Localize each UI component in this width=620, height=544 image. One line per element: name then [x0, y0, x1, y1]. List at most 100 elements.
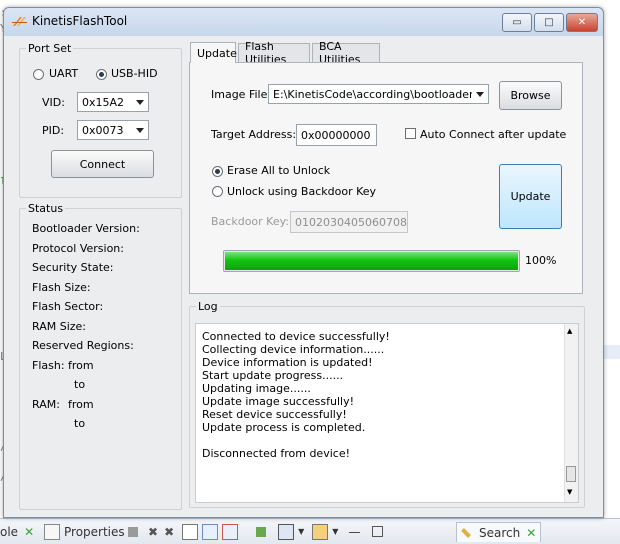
vid-label: VID:: [42, 96, 65, 109]
log-output[interactable]: Connected to device successfully! Collec…: [195, 323, 579, 503]
vid-value: 0x15A2: [82, 96, 125, 109]
flash-from-label: from: [68, 359, 94, 372]
kinetis-flash-tool-window: KinetisFlashTool ▭ □ ✕ Port Set UART USB…: [3, 7, 604, 518]
auto-connect-checkbox[interactable]: [405, 128, 416, 139]
backdoor-key-input[interactable]: 0102030405060708: [290, 211, 408, 233]
close-icon[interactable]: ✕: [24, 525, 34, 539]
flash-to-label: to: [74, 378, 86, 391]
ram-from-label: from: [68, 398, 94, 411]
ide-tab-search-label: Search: [479, 525, 521, 540]
progress-percent-label: 100%: [525, 254, 557, 267]
remove-icon[interactable]: ✖: [148, 525, 158, 539]
usb-hid-label: USB-HID: [111, 67, 158, 80]
chevron-down-icon[interactable]: ▼: [332, 527, 338, 536]
update-progress-bar: [223, 250, 520, 272]
uart-label: UART: [49, 67, 79, 80]
pid-select[interactable]: 0x0073: [77, 120, 149, 140]
tab-update[interactable]: Update: [190, 42, 237, 63]
tab-bca-utilities[interactable]: BCA Utilities: [312, 40, 380, 66]
title-bar[interactable]: KinetisFlashTool ▭ □ ✕: [4, 8, 603, 36]
scroll-down-icon[interactable]: ▼: [567, 488, 572, 496]
tab-flash-utilities[interactable]: Flash Utilities: [238, 40, 310, 66]
usb-hid-radio[interactable]: [96, 69, 107, 80]
browse-button[interactable]: Browse: [499, 81, 562, 110]
bootloader-version-label: Bootloader Version:: [32, 222, 140, 235]
log-line: Start update progress......: [202, 369, 344, 382]
flash-sector-label: Flash Sector:: [32, 300, 104, 313]
log-line: Update image successfully!: [202, 395, 354, 408]
new-console-icon[interactable]: [312, 523, 329, 540]
chevron-down-icon[interactable]: ▼: [298, 527, 304, 536]
chevron-down-icon: [136, 128, 144, 133]
app-logo-icon: [12, 14, 28, 28]
ide-tab-search[interactable]: Search ✕: [456, 522, 542, 542]
ide-tab-console[interactable]: ole ✕: [0, 523, 34, 540]
maximize-button[interactable]: □: [534, 13, 564, 32]
log-line: Device information is updated!: [202, 356, 373, 369]
backdoor-key-label: Backdoor Key:: [211, 215, 290, 228]
stop-icon[interactable]: [128, 526, 138, 537]
properties-icon: [44, 523, 60, 540]
update-button[interactable]: Update: [499, 164, 562, 229]
ide-tab-properties-label: Properties: [64, 524, 125, 539]
flash-size-label: Flash Size:: [32, 281, 91, 294]
ram-region-label: RAM:: [32, 398, 60, 411]
minimize-icon: ▭: [512, 17, 522, 28]
ide-highlight-strip: [604, 345, 620, 359]
log-line: Reset device successfully!: [202, 408, 347, 421]
open-console-icon[interactable]: [256, 526, 267, 537]
window-title: KinetisFlashTool: [32, 14, 128, 28]
log-line: Update process is completed.: [202, 421, 366, 434]
chevron-down-icon: [476, 92, 484, 97]
maximize-icon[interactable]: [372, 526, 384, 537]
chevron-down-icon: [136, 100, 144, 105]
security-state-label: Security State:: [32, 261, 114, 274]
minimize-icon[interactable]: —: [348, 525, 360, 539]
log-line: Updating image......: [202, 382, 311, 395]
ram-size-label: RAM Size:: [32, 320, 86, 333]
pid-label: PID:: [42, 124, 65, 137]
scroll-thumb[interactable]: [566, 466, 576, 482]
remove-all-icon[interactable]: ✖: [164, 525, 174, 539]
vid-select[interactable]: 0x15A2: [77, 92, 149, 112]
display-console-icon[interactable]: [222, 523, 239, 540]
ide-tab-console-label: ole: [0, 524, 19, 539]
ide-toolbar-buttons: ✖ ✖ ▼ ▼ —: [128, 523, 387, 540]
log-line: Collecting device information......: [202, 343, 385, 356]
port-set-title: Port Set: [26, 42, 74, 55]
image-file-label: Image File:: [211, 88, 272, 101]
auto-connect-label: Auto Connect after update: [420, 128, 567, 141]
flash-region-label: Flash:: [32, 359, 65, 372]
erase-all-radio[interactable]: [212, 166, 223, 177]
pid-value: 0x0073: [82, 124, 124, 137]
image-file-value: E:\KinetisCode\according\bootloader\NXP_…: [273, 88, 488, 101]
backdoor-key-radio[interactable]: [212, 186, 223, 197]
protocol-version-label: Protocol Version:: [32, 242, 124, 255]
target-address-label: Target Address:: [211, 128, 297, 141]
progress-fill: [225, 252, 518, 270]
uart-radio[interactable]: [33, 69, 44, 80]
ide-bottom-toolbar: ole ✕ Properties ✖ ✖ ▼ ▼ — Search ✕: [0, 518, 620, 544]
minimize-button[interactable]: ▭: [502, 13, 532, 32]
log-scrollbar[interactable]: ▲ ▼: [564, 324, 578, 502]
unlock-backdoor-label: Unlock using Backdoor Key: [227, 185, 377, 198]
target-address-input[interactable]: 0x00000000: [296, 124, 377, 146]
close-icon[interactable]: ✕: [526, 526, 536, 540]
image-file-select[interactable]: E:\KinetisCode\according\bootloader\NXP_…: [268, 84, 489, 104]
monitor-icon[interactable]: [278, 523, 295, 540]
document-icon[interactable]: [182, 523, 199, 540]
ide-tab-properties[interactable]: Properties: [44, 523, 125, 540]
status-title: Status: [26, 202, 66, 215]
scroll-up-icon[interactable]: ▲: [567, 327, 572, 335]
search-icon: [461, 527, 471, 538]
erase-all-label: Erase All to Unlock: [227, 164, 331, 177]
ram-to-label: to: [74, 417, 86, 430]
close-button[interactable]: ✕: [566, 13, 598, 32]
pin-console-icon[interactable]: [202, 523, 219, 540]
maximize-icon: □: [544, 17, 554, 28]
close-icon: ✕: [577, 17, 587, 28]
log-line: Disconnected from device!: [202, 447, 350, 460]
log-line: Connected to device successfully!: [202, 330, 390, 343]
reserved-regions-label: Reserved Regions:: [32, 339, 134, 352]
connect-button[interactable]: Connect: [51, 150, 154, 178]
